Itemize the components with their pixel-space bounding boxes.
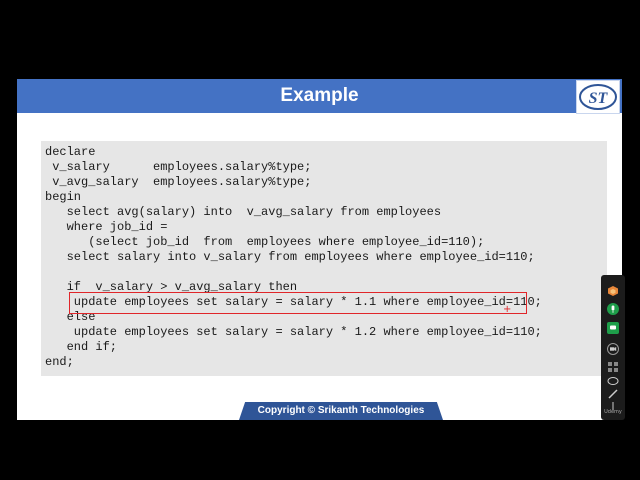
code-line: v_avg_salary employees.salary%type; [45,175,312,189]
toolbar-label: Udemy [604,409,622,415]
code-line: update employees set salary = salary * 1… [45,325,542,339]
code-line: declare [45,145,96,159]
code-line: where job_id = [45,220,168,234]
crosshair-cursor-icon: + [503,304,512,315]
chat-icon[interactable] [605,321,621,335]
company-logo: ST [576,80,620,114]
copyright-banner: Copyright © Srikanth Technologies [239,402,443,420]
lasso-icon[interactable] [605,374,621,388]
cube-icon[interactable] [605,284,621,298]
presentation-slide: Example ST declare v_salary employees.sa… [17,79,622,420]
code-line: begin [45,190,82,204]
code-line: end; [45,355,74,369]
code-block: declare v_salary employees.salary%type; … [41,141,607,376]
annotation-toolbar: Udemy [601,275,625,420]
svg-text:ST: ST [589,90,609,107]
camera-icon[interactable] [605,342,621,356]
grid-icon[interactable] [605,360,621,374]
code-line: v_salary employees.salary%type; [45,160,312,174]
code-line: select avg(salary) into v_avg_salary fro… [45,205,442,219]
slide-title: Example [280,85,359,106]
code-line: (select job_id from employees where empl… [45,235,485,249]
code-line: end if; [45,340,118,354]
code-line: select salary into v_salary from employe… [45,250,535,264]
mic-icon[interactable] [605,302,621,316]
highlight-annotation-box [69,292,527,314]
